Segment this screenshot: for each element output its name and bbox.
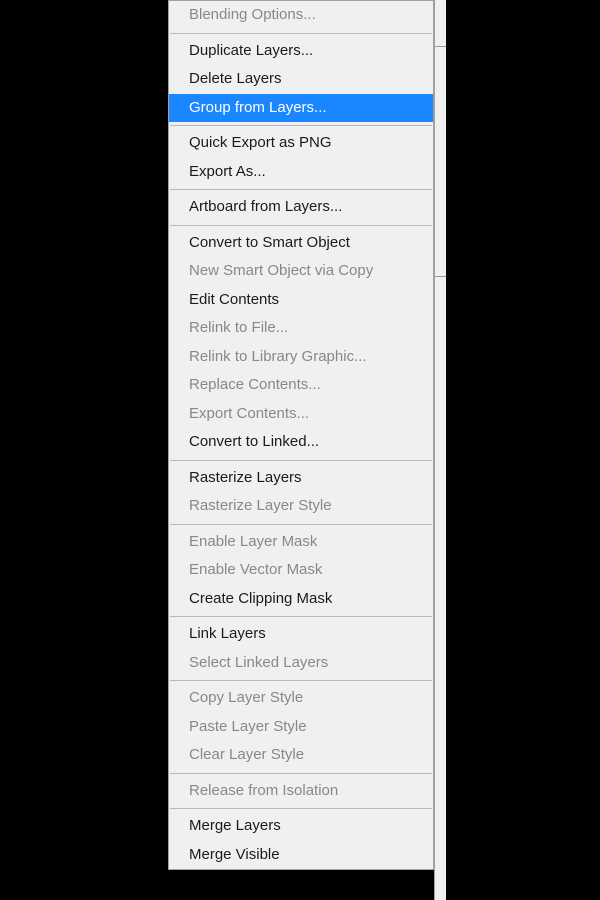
menu-item-relink-to-library-graphic: Relink to Library Graphic... <box>169 343 433 372</box>
menu-item-clear-layer-style: Clear Layer Style <box>169 741 433 770</box>
menu-separator <box>170 524 432 525</box>
menu-item-enable-layer-mask: Enable Layer Mask <box>169 528 433 557</box>
menu-separator <box>170 616 432 617</box>
menu-item-artboard-from-layers[interactable]: Artboard from Layers... <box>169 193 433 222</box>
menu-item-paste-layer-style: Paste Layer Style <box>169 713 433 742</box>
menu-item-merge-layers[interactable]: Merge Layers <box>169 812 433 841</box>
menu-item-convert-to-smart-object[interactable]: Convert to Smart Object <box>169 229 433 258</box>
menu-item-new-smart-object-via-copy: New Smart Object via Copy <box>169 257 433 286</box>
menu-separator <box>170 680 432 681</box>
menu-item-enable-vector-mask: Enable Vector Mask <box>169 556 433 585</box>
menu-item-copy-layer-style: Copy Layer Style <box>169 684 433 713</box>
menu-separator <box>170 773 432 774</box>
menu-item-select-linked-layers: Select Linked Layers <box>169 649 433 678</box>
menu-item-release-from-isolation: Release from Isolation <box>169 777 433 806</box>
menu-item-export-contents: Export Contents... <box>169 400 433 429</box>
menu-separator <box>170 125 432 126</box>
menu-separator <box>170 189 432 190</box>
menu-separator <box>170 808 432 809</box>
side-divider <box>434 276 446 277</box>
menu-item-quick-export-as-png[interactable]: Quick Export as PNG <box>169 129 433 158</box>
menu-item-rasterize-layers[interactable]: Rasterize Layers <box>169 464 433 493</box>
menu-item-delete-layers[interactable]: Delete Layers <box>169 65 433 94</box>
menu-item-export-as[interactable]: Export As... <box>169 158 433 187</box>
menu-separator <box>170 33 432 34</box>
menu-item-duplicate-layers[interactable]: Duplicate Layers... <box>169 37 433 66</box>
menu-item-blending-options: Blending Options... <box>169 1 433 30</box>
menu-item-link-layers[interactable]: Link Layers <box>169 620 433 649</box>
menu-item-merge-visible[interactable]: Merge Visible <box>169 841 433 870</box>
menu-separator <box>170 460 432 461</box>
menu-separator <box>170 225 432 226</box>
menu-item-replace-contents: Replace Contents... <box>169 371 433 400</box>
menu-item-convert-to-linked[interactable]: Convert to Linked... <box>169 428 433 457</box>
side-panel-strip <box>434 0 446 900</box>
layer-context-menu: Blending Options... Duplicate Layers...De… <box>168 0 434 870</box>
side-divider <box>434 46 446 47</box>
menu-item-relink-to-file: Relink to File... <box>169 314 433 343</box>
menu-item-group-from-layers[interactable]: Group from Layers... <box>169 94 433 123</box>
menu-item-create-clipping-mask[interactable]: Create Clipping Mask <box>169 585 433 614</box>
menu-item-rasterize-layer-style: Rasterize Layer Style <box>169 492 433 521</box>
menu-item-edit-contents[interactable]: Edit Contents <box>169 286 433 315</box>
